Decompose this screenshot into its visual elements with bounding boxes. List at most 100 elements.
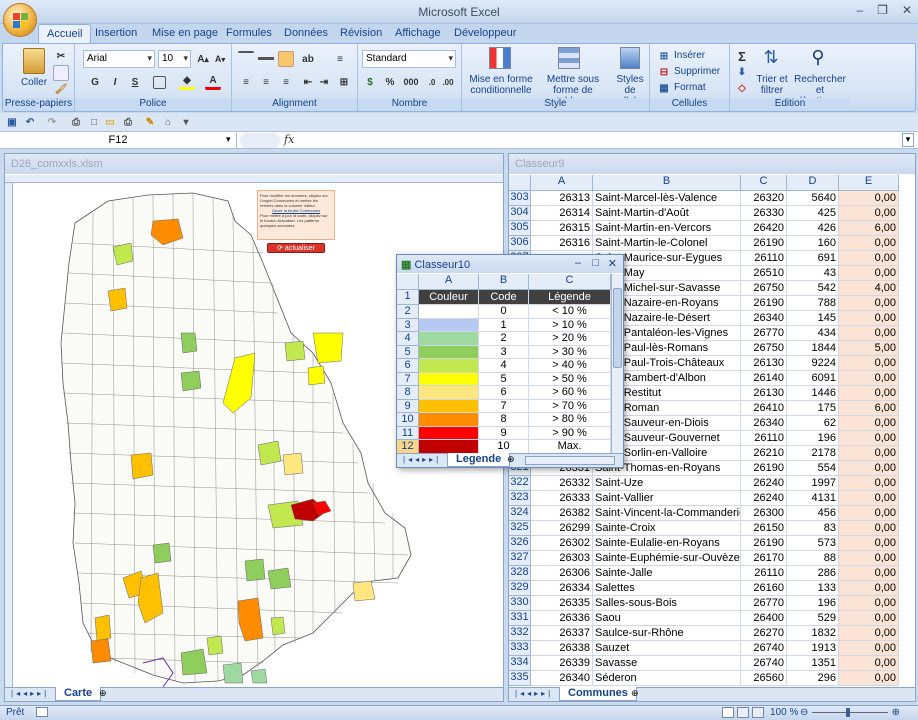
table-cell[interactable]: 26333 — [531, 491, 593, 506]
table-cell[interactable]: 26338 — [531, 641, 593, 656]
table-cell[interactable]: 0,00 — [839, 566, 899, 581]
tab-revision[interactable]: Révision — [340, 27, 382, 39]
fill-color-icon[interactable]: ◆ — [179, 74, 195, 90]
column-header-a[interactable]: A — [419, 274, 479, 290]
table-cell[interactable]: 0,00 — [839, 386, 899, 401]
table-cell[interactable]: 26190 — [741, 536, 787, 551]
table-cell[interactable]: 26150 — [741, 521, 787, 536]
table-cell[interactable]: 26750 — [741, 341, 787, 356]
table-cell[interactable]: 788 — [787, 296, 839, 311]
table-cell[interactable]: 0,00 — [839, 311, 899, 326]
column-header-a[interactable]: A — [531, 175, 593, 191]
maximize-icon[interactable]: □ — [592, 257, 599, 269]
legend-code[interactable]: 0 — [479, 305, 529, 319]
row-header[interactable]: 11 — [397, 426, 419, 440]
table-cell[interactable]: 26160 — [741, 581, 787, 596]
table-cell[interactable]: 26240 — [741, 491, 787, 506]
column-header-b[interactable]: B — [479, 274, 529, 290]
table-cell[interactable]: 0,00 — [839, 296, 899, 311]
row-header[interactable]: 325 — [509, 521, 531, 536]
conditional-format-icon[interactable] — [489, 47, 511, 69]
tab-formules[interactable]: Formules — [226, 27, 272, 39]
table-cell[interactable]: 0,00 — [839, 626, 899, 641]
table-cell[interactable]: 0,00 — [839, 266, 899, 281]
table-cell[interactable]: Saint-Martin-le-Colonel — [593, 236, 741, 251]
increase-decimal-icon[interactable]: .0 — [424, 74, 440, 90]
table-cell[interactable]: 26340 — [741, 416, 787, 431]
table-cell[interactable]: 160 — [787, 236, 839, 251]
legend-color-swatch[interactable] — [419, 386, 479, 400]
decrease-indent-icon[interactable]: ⇤ — [300, 74, 316, 90]
tab-developpeur[interactable]: Développeur — [454, 27, 516, 39]
table-cell[interactable]: 0,00 — [839, 236, 899, 251]
table-cell[interactable]: 0,00 — [839, 491, 899, 506]
table-cell[interactable]: 573 — [787, 536, 839, 551]
sheet-nav-icon[interactable]: |◂◂▸▸| — [515, 689, 553, 698]
column-header-c[interactable]: C — [529, 274, 611, 290]
normal-view-icon[interactable] — [722, 707, 734, 718]
table-cell[interactable]: 62 — [787, 416, 839, 431]
legend-color-swatch[interactable] — [419, 372, 479, 386]
table-cell[interactable]: 1997 — [787, 476, 839, 491]
table-cell[interactable]: 26510 — [741, 266, 787, 281]
row-header[interactable]: 6 — [397, 359, 419, 373]
legend-label[interactable]: < 10 % — [529, 305, 611, 319]
table-cell[interactable]: 88 — [787, 551, 839, 566]
table-cell[interactable]: 0,00 — [839, 461, 899, 476]
cut-icon[interactable]: ✂ — [53, 48, 69, 64]
autosum-button[interactable]: Σ — [734, 48, 750, 64]
close-icon[interactable]: ✕ — [902, 3, 912, 17]
table-cell[interactable]: 26740 — [741, 641, 787, 656]
table-cell[interactable]: 542 — [787, 281, 839, 296]
format-painter-icon[interactable]: 🖌 — [53, 81, 69, 97]
legend-color-swatch[interactable] — [419, 318, 479, 332]
wrap-text-icon[interactable]: ≡ — [332, 51, 348, 67]
table-cell[interactable]: Sainte-Croix — [593, 521, 741, 536]
table-cell[interactable]: 0,00 — [839, 656, 899, 671]
legend-color-swatch[interactable] — [419, 359, 479, 373]
format-button[interactable]: Format — [674, 82, 706, 93]
table-cell[interactable]: 26336 — [531, 611, 593, 626]
name-box[interactable]: F12 — [0, 133, 237, 148]
decrease-decimal-icon[interactable]: .00 — [440, 74, 456, 90]
align-right-icon[interactable]: ≡ — [278, 74, 294, 90]
table-cell[interactable]: 26335 — [531, 596, 593, 611]
row-header[interactable]: 2 — [397, 305, 419, 319]
table-cell[interactable]: 83 — [787, 521, 839, 536]
shrink-font-icon[interactable]: A ▾ — [212, 51, 228, 67]
table-cell[interactable]: 26240 — [741, 476, 787, 491]
table-cell[interactable]: 26130 — [741, 356, 787, 371]
undo-icon[interactable]: ↶ — [22, 114, 38, 130]
table-cell[interactable]: 0,00 — [839, 521, 899, 536]
insert-sheet-icon[interactable]: ⊕ — [507, 454, 515, 465]
legend-color-swatch[interactable] — [419, 399, 479, 413]
page-break-view-icon[interactable] — [752, 707, 764, 718]
formula-input[interactable] — [300, 133, 900, 148]
row-header[interactable]: 328 — [509, 566, 531, 581]
align-middle-icon[interactable] — [258, 51, 274, 67]
table-cell[interactable]: Saint-Vallier — [593, 491, 741, 506]
scroll-thumb[interactable] — [613, 288, 622, 368]
legend-header-couleur[interactable]: Couleur — [419, 290, 479, 305]
table-cell[interactable]: 26400 — [741, 611, 787, 626]
font-size-select[interactable]: 10 — [158, 50, 191, 68]
row-header[interactable]: 5 — [397, 345, 419, 359]
table-cell[interactable]: Saint-Martin-en-Vercors — [593, 221, 741, 236]
edit-icon[interactable]: ✎ — [142, 114, 158, 130]
table-cell[interactable]: 26339 — [531, 656, 593, 671]
zoom-out-icon[interactable]: ⊖ — [800, 707, 808, 718]
thousands-button[interactable]: 000 — [400, 74, 422, 90]
table-cell[interactable]: Sainte-Euphémie-sur-Ouvèze — [593, 551, 741, 566]
row-header[interactable]: 332 — [509, 626, 531, 641]
font-color-icon[interactable]: A — [205, 74, 221, 90]
minimize-icon[interactable]: – — [856, 3, 863, 17]
table-cell[interactable]: 26382 — [531, 506, 593, 521]
table-cell[interactable]: 26270 — [741, 626, 787, 641]
sort-filter-icon[interactable]: ⇅ — [760, 47, 782, 71]
cell-styles-icon[interactable] — [620, 47, 640, 69]
row-header[interactable]: 306 — [509, 236, 531, 251]
restore-icon[interactable]: ❐ — [877, 3, 888, 17]
sheet-nav-icon[interactable]: |◂◂▸▸| — [11, 689, 49, 698]
legend-label[interactable]: > 30 % — [529, 345, 611, 359]
close-icon[interactable]: ✕ — [608, 257, 617, 270]
